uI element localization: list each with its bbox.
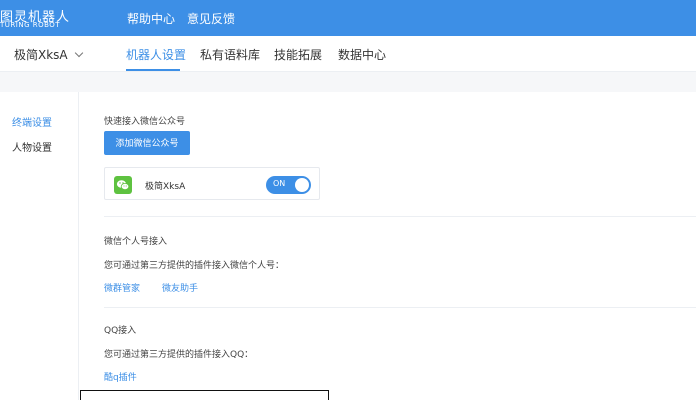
wechat-account-card: 极简XksA ON [104,167,320,200]
toggle-label: ON [273,179,286,188]
tab-data-center[interactable]: 数据中心 [338,46,386,63]
overlay-box [80,390,329,400]
turing-robot-logo[interactable]: 图灵机器人 TURING ROBOT [0,6,70,32]
tab-robot-settings[interactable]: 机器人设置 [126,46,186,63]
qq-section-title: QQ接入 [104,326,137,336]
coolq-plugin-link[interactable]: 酷q插件 [104,370,137,383]
feedback-link[interactable]: 意见反馈 [187,10,235,27]
main-content: 快速接入微信公众号 添加微信公众号 极简XksA ON 微信个人号接入 您可通过… [80,92,696,400]
wechat-account-toggle[interactable]: ON [266,176,311,194]
official-account-section-title: 快速接入微信公众号 [104,117,186,127]
toggle-knob [295,178,309,192]
sub-navigation: 极简XksA 机器人设置 私有语料库 技能拓展 数据中心 [0,36,696,72]
sidebar-item-terminal-settings[interactable]: 终端设置 [12,114,52,129]
weiyou-assistant-link[interactable]: 微友助手 [162,281,198,294]
bot-selector-dropdown[interactable]: 极简XksA [14,46,83,63]
qq-description: 您可通过第三方提供的插件接入QQ： [104,350,254,360]
section-divider [104,307,696,308]
content-top-spacer [0,72,696,92]
sidebar-item-persona-settings[interactable]: 人物设置 [12,139,52,154]
top-header: 图灵机器人 TURING ROBOT 帮助中心 意见反馈 [0,0,696,36]
weiqun-manager-link[interactable]: 微群管家 [104,281,140,294]
chevron-down-icon [74,48,83,58]
personal-wechat-description: 您可通过第三方提供的插件接入微信个人号： [104,261,285,271]
active-tab-indicator [126,69,180,71]
tab-private-corpus[interactable]: 私有语料库 [200,46,260,63]
settings-sidebar: 终端设置 人物设置 [0,92,79,400]
wechat-account-name: 极简XksA [145,182,186,192]
bot-name: 极简XksA [14,48,68,62]
add-official-account-button[interactable]: 添加微信公众号 [104,131,190,155]
logo-english-text: TURING ROBOT [0,21,61,29]
wechat-icon [114,176,132,194]
personal-wechat-section-title: 微信个人号接入 [104,237,168,247]
section-divider [104,216,696,217]
help-center-link[interactable]: 帮助中心 [127,10,175,27]
tab-skill-extension[interactable]: 技能拓展 [274,46,322,63]
